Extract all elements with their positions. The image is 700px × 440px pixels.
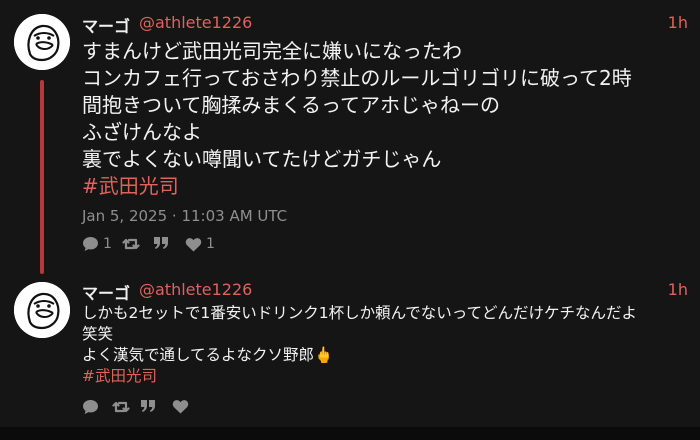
reply-button[interactable] [82,399,103,415]
author-handle[interactable]: @athlete1226 [139,13,252,32]
heart-icon [185,237,202,251]
reply-icon [83,237,98,251]
body-line: よく漢気で通してるよなクソ野郎🖕 [82,346,334,364]
quote-button[interactable] [153,236,169,250]
retweet-button[interactable] [112,399,130,415]
body-line: 笑笑 [82,325,114,343]
hashtag-link[interactable]: #武田光司 [82,366,688,387]
body-line: コンカフェ行っておさわり禁止のルールゴリゴリに破って2時 [82,66,632,90]
quote-button[interactable] [140,399,156,413]
thread-connector [40,80,44,274]
reply-icon [83,400,98,414]
retweet-icon [112,401,130,413]
like-button[interactable] [172,399,193,414]
like-button[interactable]: 1 [185,236,215,252]
body-line: ふざけんなよ [82,120,202,144]
like-count: 1 [206,236,215,252]
post-header: マーゴ @athlete1226 1h [82,280,688,304]
body-line: しかも2セットで1番安いドリンク1杯しか頼んでないってどんだけケチなんだよ [82,304,638,322]
hashtag-link[interactable]: #武田光司 [82,173,688,200]
post-time[interactable]: 1h [668,13,688,32]
author-name[interactable]: マーゴ [82,13,130,37]
post-time[interactable]: 1h [668,280,688,299]
quote-icon [141,400,155,412]
body-line: すまんけど武田光司完全に嫌いになったわ [82,39,462,63]
bottom-edge [0,427,700,440]
post-body: しかも2セットで1番安いドリンク1杯しか頼んでないってどんだけケチなんだよ 笑笑… [82,303,688,387]
author-handle[interactable]: @athlete1226 [139,280,252,299]
reply-button[interactable]: 1 [82,236,112,252]
heart-icon [172,400,189,414]
avatar-doodle-icon [14,14,70,70]
retweet-icon [122,238,140,250]
post-timestamp[interactable]: Jan 5, 2025 · 11:03 AM UTC [82,207,287,225]
avatar[interactable] [14,14,70,70]
avatar-doodle-icon [14,282,70,338]
body-line: 裏でよくない噂聞いてたけどガチじゃん [82,147,442,171]
author-name[interactable]: マーゴ [82,280,130,304]
body-line: 間抱きついて胸揉みまくるってアホじゃねーの [82,93,500,117]
post-2: マーゴ @athlete1226 1h しかも2セットで1番安いドリンク1杯しか… [0,275,700,427]
post-body: すまんけど武田光司完全に嫌いになったわ コンカフェ行っておさわり禁止のルールゴリ… [82,38,688,200]
post-header: マーゴ @athlete1226 1h [82,13,688,37]
avatar[interactable] [14,282,70,338]
retweet-button[interactable] [122,236,140,252]
quote-icon [154,237,168,249]
post-1: マーゴ @athlete1226 1h すまんけど武田光司完全に嫌いになったわ … [0,0,700,275]
reply-count: 1 [103,236,112,252]
